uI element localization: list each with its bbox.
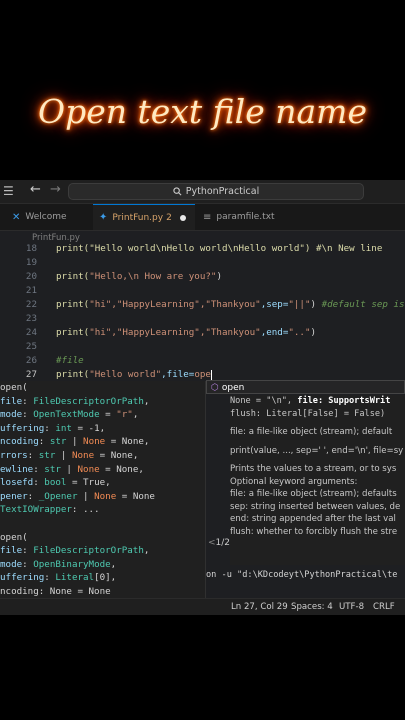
line-number: 21 bbox=[25, 285, 37, 296]
tab-printfun[interactable]: ✦ PrintFun.py 2 bbox=[93, 204, 195, 230]
signature-line: pener: _Opener | None = None bbox=[0, 490, 155, 502]
signature-line: ncoding: None = None bbox=[0, 585, 111, 597]
line-number: 23 bbox=[25, 313, 37, 324]
signature-line: uffering: Literal[0], bbox=[0, 572, 117, 584]
indentation-status[interactable]: Spaces: 4 bbox=[291, 602, 333, 612]
unsaved-dot-icon[interactable] bbox=[179, 214, 186, 221]
doc-line: file: a file-like object (stream); defau… bbox=[230, 489, 397, 499]
signature-line: ncoding: str | None = None, bbox=[0, 436, 150, 448]
search-icon bbox=[173, 187, 182, 196]
arrow-left-icon[interactable]: ← bbox=[30, 182, 41, 197]
signature-line: uffering: int = -1, bbox=[0, 422, 106, 434]
code-line: #file bbox=[56, 355, 84, 366]
signature-line: mode: OpenBinaryMode, bbox=[0, 558, 117, 570]
signature-line: ewline: str | None = None, bbox=[0, 463, 144, 475]
arrow-right-icon[interactable]: → bbox=[50, 182, 61, 197]
signature-help-panel: open( file: FileDescriptorOrPath, mode: … bbox=[0, 381, 206, 599]
title-bar: ☰ ← → PythonPractical bbox=[0, 180, 405, 204]
overload-counter: 1/2 bbox=[215, 538, 231, 548]
eol-status[interactable]: CRLF bbox=[373, 602, 395, 612]
doc-line: sep: string inserted between values, de bbox=[230, 501, 401, 512]
doc-line: Optional keyword arguments: bbox=[230, 476, 358, 487]
signature-line: file: FileDescriptorOrPath, bbox=[0, 395, 150, 407]
signature-line: open( bbox=[0, 531, 28, 543]
documentation-panel: None = "\n", file: SupportsWrit flush: L… bbox=[230, 395, 405, 565]
tab-label: PrintFun.py bbox=[112, 212, 164, 223]
tab-welcome[interactable]: ✕ Welcome bbox=[6, 204, 90, 230]
command-center-search[interactable]: PythonPractical bbox=[68, 183, 364, 200]
video-title-overlay: Open text file name bbox=[38, 92, 367, 131]
autocomplete-suggestion[interactable]: ⬡ open bbox=[206, 380, 405, 394]
vscode-window: ☰ ← → PythonPractical ✕ Welcome ✦ PrintF… bbox=[0, 180, 405, 615]
code-line: print("hi","HappyLearning","Thankyou",se… bbox=[56, 299, 405, 310]
python-icon: ✦ bbox=[99, 212, 108, 223]
editor-tabs: ✕ Welcome ✦ PrintFun.py 2 ≡ paramfile.tx… bbox=[0, 204, 405, 231]
line-number: 26 bbox=[25, 355, 37, 366]
signature-line: rrors: str | None = None, bbox=[0, 449, 139, 461]
search-label: PythonPractical bbox=[185, 186, 260, 197]
text-file-icon: ≡ bbox=[203, 211, 212, 223]
suggestion-label: open bbox=[221, 383, 245, 393]
code-line: print("Hello world\nHello world\nHello w… bbox=[56, 243, 383, 254]
signature-line: open( bbox=[0, 382, 28, 393]
tab-paramfile[interactable]: ≡ paramfile.txt bbox=[197, 204, 287, 230]
signature-line: TextIOWrapper: ... bbox=[0, 504, 100, 516]
code-line: print("hi","HappyLearning","Thankyou",en… bbox=[56, 327, 317, 338]
text-cursor bbox=[210, 369, 212, 380]
line-number: 24 bbox=[25, 327, 37, 338]
signature-line bbox=[0, 517, 205, 531]
line-number: 18 bbox=[25, 243, 37, 254]
status-bar: Ln 27, Col 29 Spaces: 4 UTF-8 CRLF bbox=[0, 598, 405, 615]
signature-line: mode: OpenTextMode = "r", bbox=[0, 409, 139, 421]
signature-line: file: FileDescriptorOrPath, bbox=[0, 545, 150, 557]
cube-icon: ⬡ bbox=[211, 383, 219, 393]
doc-line: end: string appended after the last val bbox=[230, 514, 396, 524]
line-number: 20 bbox=[25, 271, 37, 282]
problem-count-badge: 2 bbox=[166, 212, 172, 223]
terminal-line: on -u "d:\KDcodeyt\PythonPractical\te bbox=[206, 570, 398, 580]
doc-line: flush: whether to forcibly flush the str… bbox=[230, 526, 398, 537]
doc-line: None = "\n", file: SupportsWrit bbox=[230, 396, 391, 406]
line-number: 19 bbox=[25, 257, 37, 268]
overload-pager[interactable]: <1/2 bbox=[208, 538, 230, 548]
menu-icon[interactable]: ☰ bbox=[3, 184, 14, 198]
line-number: 22 bbox=[25, 299, 37, 310]
tab-label: Welcome bbox=[25, 212, 67, 222]
line-number: 27 bbox=[25, 369, 37, 380]
doc-line: flush: Literal[False] = False) bbox=[230, 408, 386, 419]
line-number: 25 bbox=[25, 341, 37, 352]
encoding-status[interactable]: UTF-8 bbox=[339, 602, 364, 612]
doc-line: print(value, ..., sep=' ', end='\n', fil… bbox=[230, 445, 404, 456]
code-line-active: print("Hello world",file=ope bbox=[56, 369, 212, 380]
doc-line: Prints the values to a stream, or to sys bbox=[230, 464, 397, 474]
tab-label: paramfile.txt bbox=[216, 212, 275, 222]
cursor-position[interactable]: Ln 27, Col 29 bbox=[231, 602, 288, 612]
doc-line: file: a file-like object (stream); defau… bbox=[230, 427, 393, 437]
signature-line: losefd: bool = True, bbox=[0, 477, 111, 489]
code-line: print("Hello,\n How are you?") bbox=[56, 271, 222, 282]
vscode-icon: ✕ bbox=[12, 211, 21, 223]
